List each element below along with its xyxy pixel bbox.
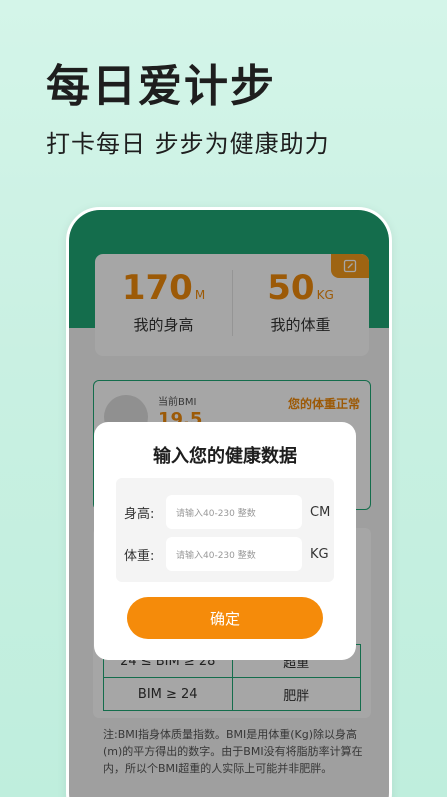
input-group: 身高: 请输入40-230 整数 CM 体重: 请输入40-230 整数 KG [116,478,334,582]
health-data-modal: 输入您的健康数据 身高: 请输入40-230 整数 CM 体重: 请输入40-2… [94,422,356,660]
modal-title: 输入您的健康数据 [153,446,297,467]
promo-subtitle: 打卡每日 步步为健康助力 [46,130,330,158]
weight-input[interactable]: 请输入40-230 整数 [166,537,302,571]
weight-row: 体重: 请输入40-230 整数 KG [124,537,334,571]
height-input[interactable]: 请输入40-230 整数 [166,495,302,529]
weight-input-unit: KG [310,546,329,562]
height-input-unit: CM [310,504,331,520]
weight-input-label: 体重: [124,548,155,564]
confirm-button[interactable]: 确定 [127,597,323,639]
height-row: 身高: 请输入40-230 整数 CM [124,495,334,529]
promo-title: 每日爱计步 [46,61,276,112]
height-input-label: 身高: [124,506,155,522]
